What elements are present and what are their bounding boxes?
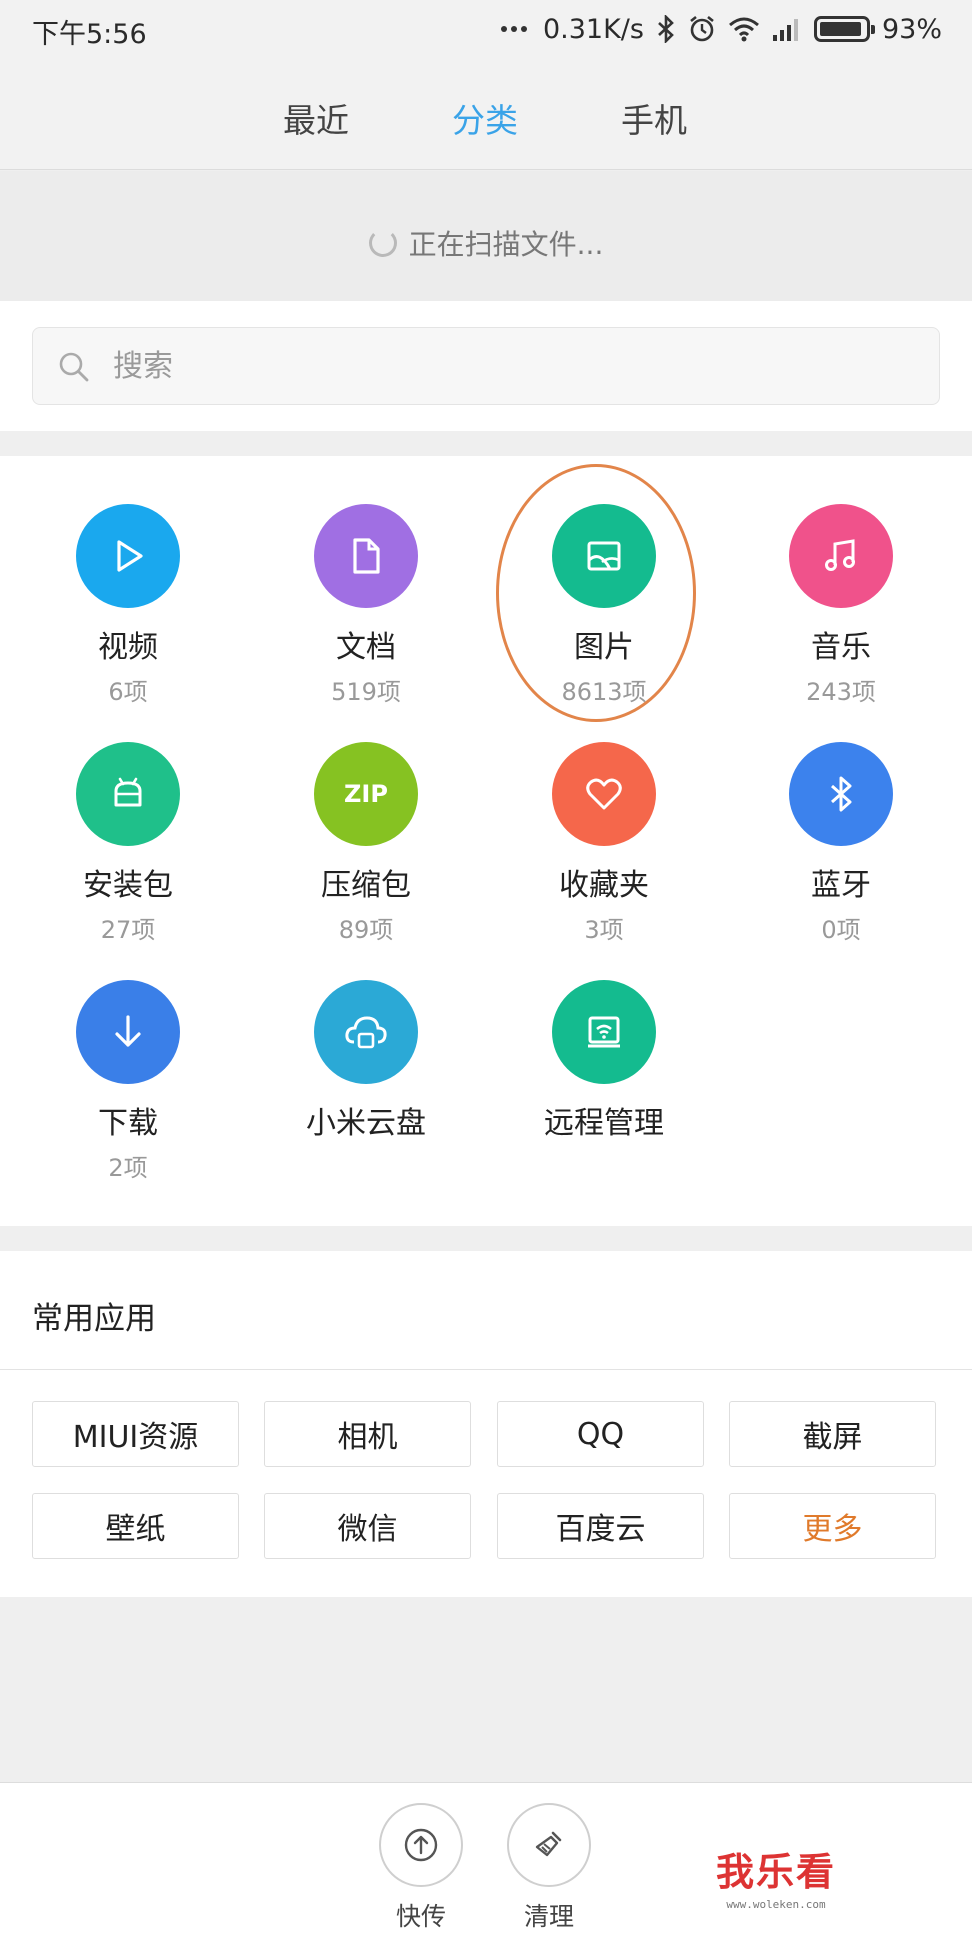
download-icon — [115, 1015, 141, 1047]
signal-icon — [772, 19, 798, 41]
search-box[interactable] — [32, 327, 940, 405]
alarm-icon — [690, 15, 714, 42]
divider — [0, 1369, 972, 1370]
app-button-camera[interactable]: 相机 — [264, 1401, 471, 1467]
category-name: 安装包 — [83, 868, 173, 903]
category-music[interactable]: 音乐 243项 — [722, 504, 960, 707]
heart-icon — [586, 778, 622, 810]
scan-status: 正在扫描文件... — [0, 223, 972, 263]
status-time: 下午5:56 — [32, 19, 147, 50]
category-count: 519项 — [331, 678, 401, 706]
status-icons: 0.31K/s 93% — [500, 10, 942, 48]
category-name: 图片 — [574, 630, 634, 665]
category-name: 下载 — [98, 1106, 158, 1141]
document-icon — [353, 538, 380, 574]
category-count: 2项 — [108, 1154, 148, 1182]
search-icon — [59, 352, 89, 382]
tab-bar: 最近 分类 手机 — [0, 58, 972, 170]
common-apps-section: 常用应用 MIUI资源 相机 QQ 截屏 壁纸 微信 百度云 更多 — [0, 1251, 972, 1597]
android-icon — [114, 777, 142, 807]
category-grid: 视频 6项 文档 519项 图片 8613项 音乐 243项 安装包 27项 Z… — [0, 456, 972, 1226]
bluetooth-icon — [831, 776, 852, 812]
loading-spinner-icon — [368, 229, 397, 257]
play-icon — [117, 540, 143, 572]
category-name: 视频 — [98, 630, 158, 665]
category-mi-cloud[interactable]: 小米云盘 — [247, 980, 485, 1142]
category-count: 3项 — [584, 916, 624, 944]
bluetooth-status-icon — [658, 15, 674, 43]
category-remote-management[interactable]: 远程管理 — [485, 980, 723, 1142]
app-button-baidu-cloud[interactable]: 百度云 — [497, 1493, 704, 1559]
category-count: 6项 — [108, 678, 148, 706]
app-button-miui-resources[interactable]: MIUI资源 — [32, 1401, 239, 1467]
remote-icon — [588, 1016, 620, 1048]
app-button-qq[interactable]: QQ — [497, 1401, 704, 1467]
app-button-more[interactable]: 更多 — [729, 1493, 936, 1559]
section-title: 常用应用 — [32, 1301, 156, 1337]
search-input[interactable] — [113, 346, 893, 386]
category-name: 音乐 — [811, 630, 871, 665]
status-bar: 下午5:56 0.31K/s 93% — [0, 0, 972, 58]
category-count: 89项 — [338, 916, 394, 944]
wifi-icon — [729, 17, 759, 42]
music-icon — [825, 539, 855, 571]
upload-icon — [404, 1828, 438, 1862]
category-count: 0项 — [821, 916, 861, 944]
category-count: 243项 — [806, 678, 876, 706]
category-name: 蓝牙 — [811, 868, 871, 903]
quick-transfer-label: 快传 — [395, 1902, 446, 1931]
watermark: 我乐看 www.woleken.com — [706, 1841, 846, 1911]
network-speed: 0.31K/s — [542, 13, 644, 45]
app-button-wechat[interactable]: 微信 — [264, 1493, 471, 1559]
category-name: 远程管理 — [544, 1106, 664, 1141]
more-dots-icon — [500, 26, 527, 32]
tab-recent[interactable]: 最近 — [283, 94, 349, 142]
app-button-wallpaper[interactable]: 壁纸 — [32, 1493, 239, 1559]
category-video[interactable]: 视频 6项 — [9, 504, 247, 707]
category-images[interactable]: 图片 8613项 — [485, 504, 723, 707]
category-count: 8613项 — [561, 678, 647, 706]
battery-icon — [813, 16, 875, 42]
category-archives[interactable]: ZIP 压缩包 89项 — [247, 742, 485, 945]
category-apk[interactable]: 安装包 27项 — [9, 742, 247, 945]
clean-label: 清理 — [523, 1902, 574, 1931]
scan-text: 正在扫描文件... — [408, 228, 604, 261]
category-name: 文档 — [336, 630, 396, 665]
watermark-text: 我乐看 — [715, 1849, 836, 1894]
category-bluetooth[interactable]: 蓝牙 0项 — [722, 742, 960, 945]
quick-transfer-button[interactable]: 快传 — [376, 1803, 466, 1933]
category-downloads[interactable]: 下载 2项 — [9, 980, 247, 1183]
tab-category[interactable]: 分类 — [452, 94, 518, 142]
battery-percent: 93% — [881, 13, 942, 45]
scan-area: 正在扫描文件... — [0, 171, 972, 301]
category-favorites[interactable]: 收藏夹 3项 — [485, 742, 723, 945]
watermark-url: www.woleken.com — [726, 1898, 826, 1911]
category-name: 压缩包 — [321, 868, 411, 903]
search-section — [0, 301, 972, 431]
app-button-screenshot[interactable]: 截屏 — [729, 1401, 936, 1467]
broom-icon — [535, 1831, 562, 1857]
category-name: 小米云盘 — [306, 1106, 426, 1141]
clean-button[interactable]: 清理 — [504, 1803, 594, 1933]
tab-phone[interactable]: 手机 — [621, 94, 687, 142]
category-name: 收藏夹 — [559, 868, 649, 903]
image-icon — [587, 541, 621, 571]
category-documents[interactable]: 文档 519项 — [247, 504, 485, 707]
cloud-icon — [345, 1016, 387, 1049]
bottom-action-bar: 快传 清理 我乐看 www.woleken.com — [0, 1782, 972, 1944]
category-count: 27项 — [100, 916, 156, 944]
zip-icon: ZIP — [344, 780, 388, 808]
